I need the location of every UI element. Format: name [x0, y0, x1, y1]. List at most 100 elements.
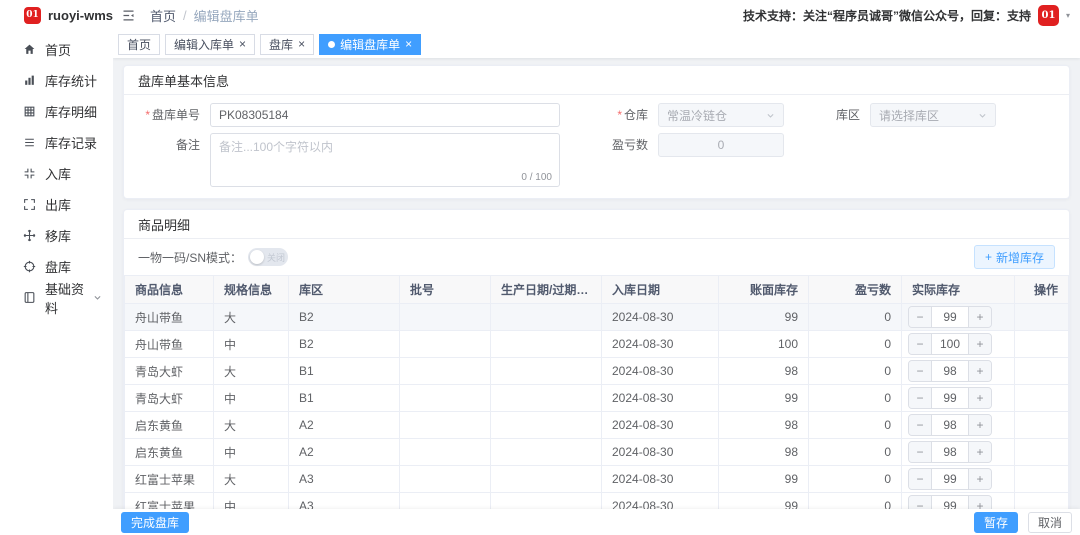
col-batch: 批号	[400, 276, 491, 304]
cell-dates	[491, 385, 602, 412]
decrease-button[interactable]: −	[909, 307, 931, 327]
actual-stock-stepper: − +	[908, 414, 992, 436]
book-icon	[23, 291, 36, 304]
actual-stock-input[interactable]	[931, 307, 969, 327]
actual-stock-stepper: − +	[908, 441, 992, 463]
sn-mode-toggle[interactable]: 关闭	[248, 248, 288, 266]
order-no-field: *盘库单号	[138, 103, 560, 127]
sidebar-item-move[interactable]: 移库	[0, 220, 113, 251]
cell-product-name: 舟山带鱼	[125, 331, 214, 358]
cell-inbound-date: 2024-08-30	[602, 358, 719, 385]
sidebar-item-stock-stats[interactable]: 库存统计	[0, 65, 113, 96]
increase-button[interactable]: +	[969, 307, 991, 327]
increase-button[interactable]: +	[969, 361, 991, 381]
actual-stock-input[interactable]	[931, 496, 969, 509]
decrease-button[interactable]: −	[909, 442, 931, 462]
cell-book-stock: 99	[719, 493, 809, 510]
area-label: 库区	[820, 103, 860, 127]
sidebar-item-home[interactable]: 首页	[0, 34, 113, 65]
decrease-button[interactable]: −	[909, 361, 931, 381]
order-no-input[interactable]	[210, 103, 560, 127]
cancel-button[interactable]: 取消	[1028, 512, 1072, 533]
increase-button[interactable]: +	[969, 415, 991, 435]
cell-inbound-date: 2024-08-30	[602, 466, 719, 493]
order-no-label: *盘库单号	[138, 103, 200, 127]
breadcrumb-home[interactable]: 首页	[150, 6, 176, 25]
stock-table: 商品信息 规格信息 库区 批号 生产日期/过期日期 入库日期 账面库存 盈亏数 …	[124, 275, 1069, 509]
tab-label: 首页	[127, 36, 151, 53]
cell-inbound-date: 2024-08-30	[602, 331, 719, 358]
actual-stock-input[interactable]	[931, 442, 969, 462]
cell-batch	[400, 439, 491, 466]
table-row: 红富士苹果 大 A3 2024-08-30 99 0 −	[125, 466, 1069, 493]
app-logo[interactable]: 01 ruoyi-wms	[0, 7, 113, 24]
remark-textarea[interactable]	[210, 133, 560, 187]
sidebar-item-stock-records[interactable]: 库存记录	[0, 127, 113, 158]
cell-profit-loss: 0	[809, 493, 902, 510]
cell-actions	[1015, 466, 1069, 493]
decrease-button[interactable]: −	[909, 415, 931, 435]
plus-icon: +	[985, 250, 992, 264]
increase-button[interactable]: +	[969, 496, 991, 509]
increase-button[interactable]: +	[969, 442, 991, 462]
cell-batch	[400, 412, 491, 439]
close-icon[interactable]: ×	[298, 38, 305, 50]
complete-stocktake-button[interactable]: 完成盘库	[121, 512, 189, 533]
bar-chart-icon	[23, 74, 36, 87]
cell-product-name: 红富士苹果	[125, 493, 214, 510]
cell-batch	[400, 385, 491, 412]
decrease-button[interactable]: −	[909, 496, 931, 509]
increase-button[interactable]: +	[969, 388, 991, 408]
cell-batch	[400, 466, 491, 493]
user-avatar[interactable]: 01	[1038, 5, 1059, 26]
save-draft-button[interactable]: 暂存	[974, 512, 1018, 533]
cell-area: A3	[289, 466, 400, 493]
tab-edit-inbound[interactable]: 编辑入库单 ×	[165, 34, 255, 55]
actual-stock-stepper: − +	[908, 468, 992, 490]
decrease-button[interactable]: −	[909, 334, 931, 354]
cell-area: B2	[289, 304, 400, 331]
cell-actual-stock: − +	[902, 466, 1015, 493]
tab-edit-stocktake-order[interactable]: 编辑盘库单 ×	[319, 34, 421, 55]
sidebar-item-outbound[interactable]: 出库	[0, 189, 113, 220]
tab-home[interactable]: 首页	[118, 34, 160, 55]
actual-stock-input[interactable]	[931, 415, 969, 435]
char-counter: 0 / 100	[518, 172, 552, 183]
app-header: 01 ruoyi-wms 首页 / 编辑盘库单 技术支持：关注“程序员诚哥”微信…	[0, 0, 1080, 30]
support-text: 技术支持：关注“程序员诚哥”微信公众号，回复：支持	[743, 7, 1031, 24]
cell-profit-loss: 0	[809, 466, 902, 493]
decrease-button[interactable]: −	[909, 388, 931, 408]
col-area: 库区	[289, 276, 400, 304]
breadcrumb: 首页 / 编辑盘库单	[150, 6, 259, 25]
cell-actions	[1015, 412, 1069, 439]
profit-loss-input: 0	[658, 133, 784, 157]
actual-stock-input[interactable]	[931, 388, 969, 408]
increase-button[interactable]: +	[969, 334, 991, 354]
sidebar-fold-icon[interactable]	[121, 8, 136, 23]
sidebar-item-stock-detail[interactable]: 库存明细	[0, 96, 113, 127]
tab-stocktake[interactable]: 盘库 ×	[260, 34, 314, 55]
increase-button[interactable]: +	[969, 469, 991, 489]
close-icon[interactable]: ×	[405, 38, 412, 50]
col-profit-loss: 盈亏数	[809, 276, 902, 304]
arrows-out-icon	[23, 198, 36, 211]
page-content: 盘库单基本信息 *盘库单号 *仓库 常温冷链仓 库	[113, 58, 1080, 509]
add-stock-button[interactable]: + 新增库存	[974, 245, 1055, 269]
sidebar-item-label: 库存明细	[45, 102, 97, 121]
move-icon	[23, 229, 36, 242]
sidebar-item-base-data[interactable]: 基础资料	[0, 282, 113, 313]
close-icon[interactable]: ×	[239, 38, 246, 50]
chevron-down-icon	[766, 111, 775, 120]
actual-stock-input[interactable]	[931, 469, 969, 489]
sidebar-item-inbound[interactable]: 入库	[0, 158, 113, 189]
decrease-button[interactable]: −	[909, 469, 931, 489]
cell-product-name: 红富士苹果	[125, 466, 214, 493]
sidebar-item-label: 盘库	[45, 257, 71, 276]
actual-stock-input[interactable]	[931, 334, 969, 354]
user-menu-caret-icon[interactable]: ▾	[1066, 11, 1070, 20]
cell-spec: 大	[214, 304, 289, 331]
cell-product-name: 舟山带鱼	[125, 304, 214, 331]
sidebar-item-label: 库存记录	[45, 133, 97, 152]
actual-stock-input[interactable]	[931, 361, 969, 381]
sidebar-item-stocktake[interactable]: 盘库	[0, 251, 113, 282]
